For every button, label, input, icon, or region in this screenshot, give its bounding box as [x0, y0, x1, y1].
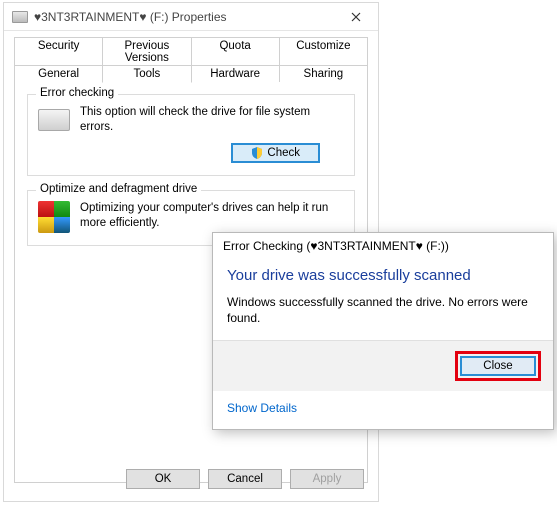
- cancel-button[interactable]: Cancel: [208, 469, 282, 489]
- window-title: ♥3NT3RTAINMENT♥ (F:) Properties: [34, 10, 334, 24]
- tab-general[interactable]: General: [14, 65, 103, 82]
- window-close-button[interactable]: [334, 3, 378, 31]
- tab-quota[interactable]: Quota: [191, 37, 280, 66]
- show-details-link[interactable]: Show Details: [227, 401, 297, 415]
- drive-icon: [38, 109, 70, 131]
- ok-button[interactable]: OK: [126, 469, 200, 489]
- tab-sharing[interactable]: Sharing: [279, 65, 368, 82]
- close-button-highlight: Close: [455, 351, 541, 381]
- tab-hardware[interactable]: Hardware: [191, 65, 280, 82]
- tab-tools[interactable]: Tools: [102, 65, 191, 83]
- check-button[interactable]: Check: [231, 143, 320, 163]
- defrag-icon: [38, 201, 70, 233]
- tab-customize[interactable]: Customize: [279, 37, 368, 66]
- error-checking-dialog: Error Checking (♥3NT3RTAINMENT♥ (F:)) Yo…: [212, 232, 554, 430]
- dialog-heading: Your drive was successfully scanned: [213, 263, 553, 294]
- apply-button[interactable]: Apply: [290, 469, 364, 489]
- dialog-title: Error Checking (♥3NT3RTAINMENT♥ (F:)): [213, 233, 553, 263]
- footer-buttons: OK Cancel Apply: [126, 469, 364, 489]
- close-icon: [351, 12, 361, 22]
- tab-previous-versions[interactable]: Previous Versions: [102, 37, 191, 66]
- error-checking-legend: Error checking: [36, 87, 118, 99]
- shield-icon: [251, 147, 263, 159]
- optimize-desc: Optimizing your computer's drives can he…: [80, 201, 344, 231]
- titlebar: ♥3NT3RTAINMENT♥ (F:) Properties: [4, 3, 378, 31]
- dialog-button-row: Close: [213, 340, 553, 391]
- error-checking-desc: This option will check the drive for fil…: [80, 105, 344, 135]
- optimize-legend: Optimize and defragment drive: [36, 183, 201, 195]
- tab-security[interactable]: Security: [14, 37, 103, 66]
- check-button-label: Check: [267, 147, 300, 159]
- dialog-body: Windows successfully scanned the drive. …: [213, 294, 553, 340]
- dialog-footer: Show Details: [213, 391, 553, 429]
- drive-icon: [12, 11, 28, 23]
- error-checking-group: Error checking This option will check th…: [27, 94, 355, 176]
- close-button[interactable]: Close: [460, 356, 536, 376]
